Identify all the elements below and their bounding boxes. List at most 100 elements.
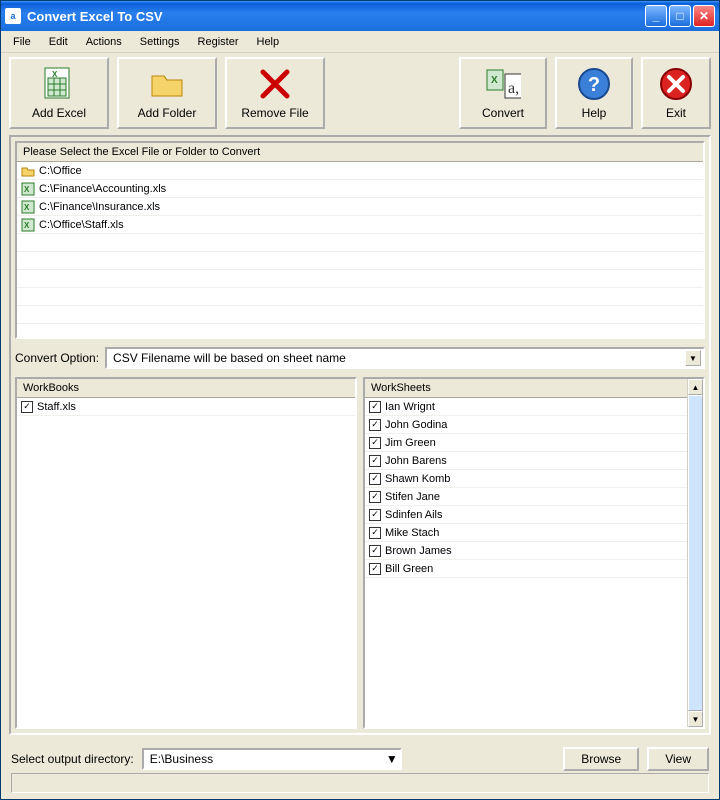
worksheet-item[interactable]: John Godina: [365, 416, 687, 434]
worksheet-name: Bill Green: [385, 563, 433, 575]
view-label: View: [665, 752, 691, 766]
worksheet-name: Mike Stach: [385, 527, 439, 539]
workbook-checkbox[interactable]: [21, 401, 33, 413]
menu-register[interactable]: Register: [190, 34, 247, 50]
menu-help[interactable]: Help: [249, 34, 288, 50]
worksheet-checkbox[interactable]: [369, 455, 381, 467]
help-button[interactable]: ? Help: [555, 57, 633, 129]
workbooks-body[interactable]: Staff.xls: [17, 398, 355, 727]
workbooks-header: WorkBooks: [17, 379, 355, 398]
remove-file-label: Remove File: [241, 106, 308, 120]
worksheet-checkbox[interactable]: [369, 491, 381, 503]
status-bar: [11, 773, 709, 793]
worksheet-item[interactable]: John Barens: [365, 452, 687, 470]
list-item[interactable]: X C:\Office\Staff.xls: [17, 216, 703, 234]
worksheet-checkbox[interactable]: [369, 527, 381, 539]
scroll-thumb[interactable]: [688, 395, 703, 711]
list-item[interactable]: C:\Office: [17, 162, 703, 180]
output-directory-value: E:\Business: [150, 752, 213, 766]
remove-icon: [257, 66, 293, 102]
xls-small-icon: X: [21, 218, 35, 232]
svg-text:a,: a,: [508, 80, 519, 97]
xls-small-icon: X: [21, 182, 35, 196]
excel-file-icon: X: [41, 66, 77, 102]
remove-file-button[interactable]: Remove File: [225, 57, 325, 129]
worksheets-body[interactable]: Ian WrigntJohn Godina Jim Green John Baren…: [365, 398, 687, 727]
worksheet-checkbox[interactable]: [369, 437, 381, 449]
convert-option-value: CSV Filename will be based on sheet name: [113, 351, 346, 365]
list-item-empty: [17, 270, 703, 288]
list-item-path: C:\Office\Staff.xls: [39, 219, 124, 231]
menu-edit[interactable]: Edit: [41, 34, 76, 50]
convert-option-label: Convert Option:: [15, 351, 99, 365]
help-label: Help: [582, 106, 607, 120]
scroll-down-button[interactable]: ▼: [688, 711, 703, 727]
add-folder-label: Add Folder: [138, 106, 197, 120]
exit-button[interactable]: Exit: [641, 57, 711, 129]
worksheet-name: Brown James: [385, 545, 452, 557]
convert-button[interactable]: Xa, Convert: [459, 57, 547, 129]
worksheets-header: WorkSheets: [365, 379, 687, 398]
titlebar: a Convert Excel To CSV _ □ ✕: [1, 1, 719, 31]
output-bar: Select output directory: E:\Business ▼ B…: [1, 743, 719, 773]
menu-file[interactable]: File: [5, 34, 39, 50]
svg-text:X: X: [24, 185, 30, 194]
worksheet-item[interactable]: Jim Green: [365, 434, 687, 452]
maximize-button[interactable]: □: [669, 5, 691, 27]
list-item-path: C:\Finance\Insurance.xls: [39, 201, 160, 213]
list-item-path: C:\Finance\Accounting.xls: [39, 183, 166, 195]
worksheet-item[interactable]: Ian Wrignt: [365, 398, 687, 416]
output-directory-select[interactable]: E:\Business ▼: [142, 748, 402, 770]
toolbar: X Add Excel Add Folder Remove File Xa, C…: [1, 53, 719, 133]
svg-text:X: X: [491, 75, 498, 86]
window-title: Convert Excel To CSV: [27, 9, 645, 24]
worksheet-name: John Barens: [385, 455, 447, 467]
exit-icon: [658, 66, 694, 102]
chevron-down-icon[interactable]: ▼: [685, 350, 701, 366]
close-button[interactable]: ✕: [693, 5, 715, 27]
worksheet-item[interactable]: Mike Stach: [365, 524, 687, 542]
xls-small-icon: X: [21, 200, 35, 214]
panes: WorkBooks Staff.xls WorkSheets Ian Wrign…: [15, 377, 705, 729]
scroll-up-button[interactable]: ▲: [688, 379, 703, 395]
worksheet-item[interactable]: Stifen Jane: [365, 488, 687, 506]
list-item-empty: [17, 234, 703, 252]
worksheet-item[interactable]: Shawn Komb: [365, 470, 687, 488]
add-excel-button[interactable]: X Add Excel: [9, 57, 109, 129]
worksheet-checkbox[interactable]: [369, 473, 381, 485]
add-folder-button[interactable]: Add Folder: [117, 57, 217, 129]
worksheet-name: Jim Green: [385, 437, 436, 449]
app-window: a Convert Excel To CSV _ □ ✕ File Edit A…: [0, 0, 720, 800]
workbook-item[interactable]: Staff.xls: [17, 398, 355, 416]
menu-actions[interactable]: Actions: [78, 34, 130, 50]
list-item-empty: [17, 324, 703, 337]
worksheet-checkbox[interactable]: [369, 509, 381, 521]
worksheet-checkbox[interactable]: [369, 419, 381, 431]
worksheet-name: Stifen Jane: [385, 491, 440, 503]
worksheet-checkbox[interactable]: [369, 563, 381, 575]
browse-label: Browse: [581, 752, 621, 766]
browse-button[interactable]: Browse: [563, 747, 639, 771]
convert-option-select[interactable]: CSV Filename will be based on sheet name…: [105, 347, 705, 369]
chevron-down-icon[interactable]: ▼: [386, 752, 398, 766]
svg-text:X: X: [24, 203, 30, 212]
worksheet-checkbox[interactable]: [369, 545, 381, 557]
worksheets-scrollbar[interactable]: ▲ ▼: [687, 379, 703, 727]
help-icon: ?: [576, 66, 612, 102]
list-item-empty: [17, 252, 703, 270]
worksheet-item[interactable]: Bill Green: [365, 560, 687, 578]
worksheet-checkbox[interactable]: [369, 401, 381, 413]
file-list-body[interactable]: C:\Office X C:\Finance\Accounting.xls X …: [17, 162, 703, 337]
worksheet-item[interactable]: Sdinfen Ails: [365, 506, 687, 524]
list-item[interactable]: X C:\Finance\Insurance.xls: [17, 198, 703, 216]
worksheet-item[interactable]: Brown James: [365, 542, 687, 560]
folder-icon: [149, 66, 185, 102]
svg-text:X: X: [24, 221, 30, 230]
list-item-empty: [17, 306, 703, 324]
list-item[interactable]: X C:\Finance\Accounting.xls: [17, 180, 703, 198]
menu-settings[interactable]: Settings: [132, 34, 188, 50]
minimize-button[interactable]: _: [645, 5, 667, 27]
convert-icon: Xa,: [485, 66, 521, 102]
workbooks-pane: WorkBooks Staff.xls: [15, 377, 357, 729]
view-button[interactable]: View: [647, 747, 709, 771]
